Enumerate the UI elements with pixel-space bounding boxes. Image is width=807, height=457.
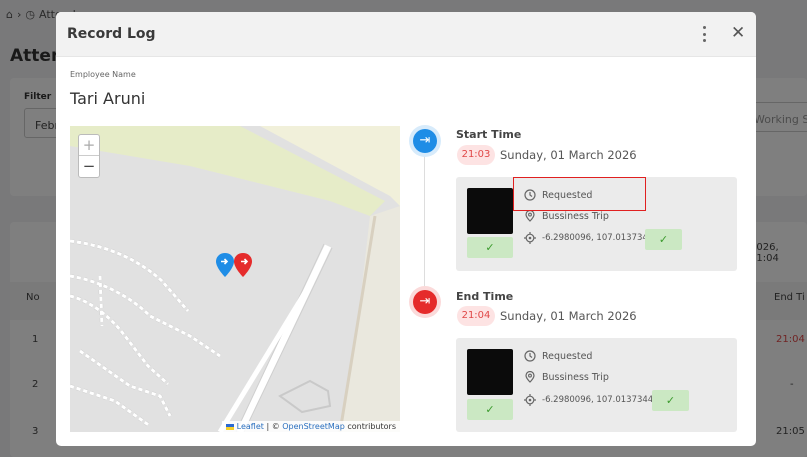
start-type: Bussiness Trip: [524, 210, 609, 222]
map-attribution: Leaflet | © OpenStreetMap contributors: [222, 421, 400, 432]
record-log-modal: Record Log ✕ Employee Name Tari Aruni + …: [56, 12, 756, 446]
zoom-out-button[interactable]: −: [79, 156, 99, 177]
location-pin-icon: [524, 210, 536, 222]
location-verified-check-icon[interactable]: ✓: [652, 390, 689, 411]
clock-icon: [524, 350, 536, 362]
end-type: Bussiness Trip: [524, 371, 609, 383]
zoom-in-button[interactable]: +: [79, 135, 99, 156]
end-record-card: ✓ Requested Bussiness Trip -6.2980096, 1…: [456, 338, 737, 432]
timeline-line: [424, 156, 425, 286]
start-photo[interactable]: [467, 188, 513, 234]
highlight-box: [513, 177, 646, 211]
end-photo[interactable]: [467, 349, 513, 395]
start-date: Sunday, 01 March 2026: [500, 148, 637, 162]
end-coordinates: -6.2980096, 107.0137344: [524, 394, 653, 406]
start-location-marker[interactable]: [215, 252, 255, 278]
end-time-title: End Time: [456, 290, 514, 303]
crosshair-icon: [524, 232, 536, 244]
end-date: Sunday, 01 March 2026: [500, 309, 637, 323]
end-status: Requested: [524, 350, 592, 362]
location-verified-check-icon[interactable]: ✓: [645, 229, 682, 250]
start-time-title: Start Time: [456, 128, 522, 141]
start-time-chip: 21:03: [457, 145, 495, 165]
end-time-chip: 21:04: [457, 306, 495, 326]
employee-name: Tari Aruni: [70, 89, 146, 108]
leaflet-link[interactable]: Leaflet: [237, 422, 264, 431]
flag-icon: [226, 423, 235, 430]
logout-icon: ⇥: [413, 290, 437, 314]
photo-verified-check-icon[interactable]: ✓: [467, 237, 513, 258]
map-zoom-control: + −: [78, 134, 100, 178]
employee-name-label: Employee Name: [70, 70, 136, 79]
modal-title: Record Log: [67, 26, 156, 42]
start-coordinates: -6.2980096, 107.0137344: [524, 232, 653, 244]
modal-header: Record Log ✕: [56, 12, 756, 57]
photo-verified-check-icon[interactable]: ✓: [467, 399, 513, 420]
login-icon: ⇥: [413, 129, 437, 153]
close-icon[interactable]: ✕: [731, 23, 745, 43]
crosshair-icon: [524, 394, 536, 406]
more-options-icon[interactable]: [697, 25, 711, 43]
osm-link[interactable]: OpenStreetMap: [282, 422, 345, 431]
location-pin-icon: [524, 371, 536, 383]
location-map[interactable]: + − Leaflet | © OpenStreetMap contributo…: [70, 126, 400, 432]
